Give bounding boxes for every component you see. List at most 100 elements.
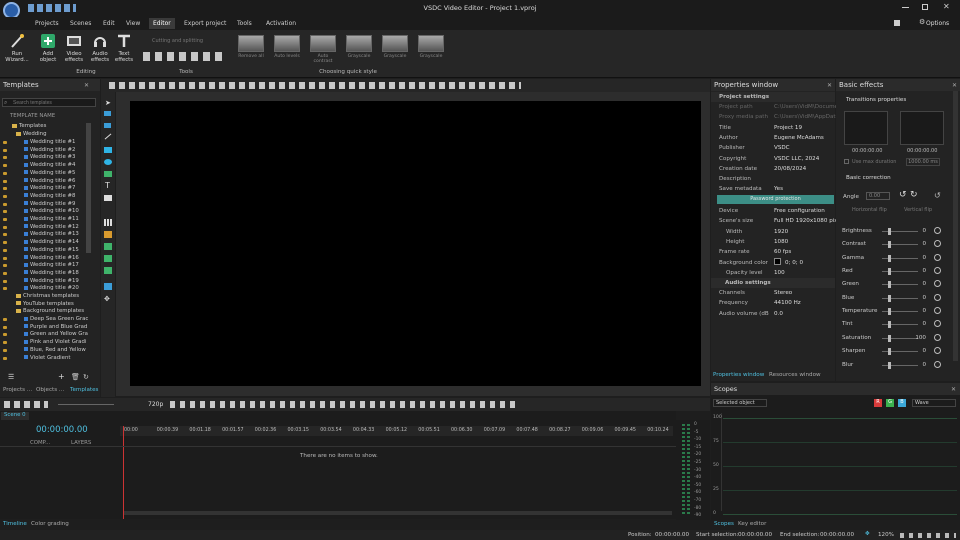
template-item[interactable]: Wedding title #11 (24, 216, 79, 224)
template-item[interactable]: Wedding title #16 (24, 255, 79, 263)
menu-scenes[interactable]: Scenes (66, 18, 95, 29)
zoom-controls[interactable] (900, 533, 956, 538)
pin-icon[interactable]: ✕ (84, 82, 89, 89)
basic-correction-header[interactable]: Basic correction (846, 175, 891, 181)
audio-settings-header[interactable]: Audio settings (711, 278, 835, 289)
template-item[interactable]: Wedding title #18 (24, 270, 79, 278)
menu-activation[interactable]: Activation (262, 18, 300, 29)
reset-angle-icon[interactable]: ↺ (934, 191, 941, 200)
slider-handle[interactable] (888, 308, 891, 316)
quick-style-thumb-2[interactable] (274, 35, 300, 52)
template-item[interactable]: Wedding title #9 (24, 201, 75, 209)
vertical-flip-label[interactable]: Vertical flip (904, 207, 932, 213)
subtitle-icon[interactable] (104, 195, 112, 201)
tab-properties-window[interactable]: Properties window (713, 372, 764, 378)
template-item[interactable]: Wedding title #8 (24, 193, 75, 201)
audio-icon[interactable] (104, 123, 111, 128)
animation-icon[interactable] (104, 231, 112, 238)
chart-icon[interactable] (104, 219, 112, 226)
menu-export-project[interactable]: Export project (180, 18, 230, 29)
slider-gamma[interactable]: Gamma 0 (842, 252, 954, 265)
template-item[interactable]: Wedding title #19 (24, 278, 79, 286)
text-effects-button[interactable]: Text effects (110, 32, 138, 68)
refresh-icon[interactable]: ↻ (83, 373, 89, 381)
property-row[interactable]: Copyright VSDC LLC, 2024 (711, 154, 835, 164)
motion-icon[interactable] (104, 283, 112, 290)
close-icon[interactable]: ✕ (952, 82, 957, 89)
image-icon[interactable] (104, 243, 112, 250)
playback-icons[interactable] (170, 401, 520, 408)
slider-blur[interactable]: Blur 0 (842, 359, 954, 372)
cutting-splitting-label[interactable]: Cutting and splitting (152, 38, 203, 44)
tree-group[interactable]: YouTube templates (16, 301, 74, 309)
template-item[interactable]: Wedding title #14 (24, 239, 79, 247)
slider-handle[interactable] (888, 228, 891, 235)
template-item[interactable]: Blue, Red and Yellow (24, 347, 86, 355)
music-icon[interactable] (104, 255, 112, 262)
menu-view[interactable]: View (122, 18, 144, 29)
scope-source-select[interactable]: Selected object (713, 399, 767, 407)
property-row[interactable]: Publisher VSDC (711, 143, 835, 153)
tab-scopes[interactable]: Scopes (714, 521, 734, 527)
zoom-icon[interactable]: ✥ (865, 531, 870, 537)
tree-group[interactable]: Christmas templates (16, 293, 79, 301)
tab-key-editor[interactable]: Key editor (738, 521, 766, 527)
template-item[interactable]: Wedding title #15 (24, 247, 79, 255)
quick-style-thumb-4[interactable] (346, 35, 372, 52)
run-wizard-button[interactable]: Run Wizard... (3, 32, 31, 68)
transitions-properties-header[interactable]: Transitions properties (846, 97, 906, 103)
templates-search-input[interactable] (2, 98, 96, 107)
slider-handle[interactable] (888, 348, 891, 356)
property-row[interactable]: Proxy media path C:\Users\VidM\AppDat (711, 112, 836, 122)
list-icon[interactable]: ☰ (8, 373, 14, 381)
video-canvas[interactable] (130, 101, 701, 386)
slider-handle[interactable] (888, 268, 891, 276)
property-row[interactable]: Height 1080 (711, 237, 835, 247)
transition-out-preview[interactable] (900, 111, 944, 145)
slider-tint[interactable]: Tint 0 (842, 318, 954, 331)
property-row[interactable]: Project path C:\Users\VidM\Docume (711, 102, 838, 112)
angle-input[interactable]: 0.00 (866, 192, 890, 200)
tab-color-grading[interactable]: Color grading (31, 521, 69, 527)
tree-item-wedding[interactable]: Wedding (16, 131, 47, 139)
slider-handle[interactable] (888, 321, 891, 329)
slider-red[interactable]: Red 0 (842, 265, 954, 278)
template-item[interactable]: Wedding title #4 (24, 162, 75, 170)
quick-style-thumb-6[interactable] (418, 35, 444, 52)
reset-icon[interactable] (934, 333, 941, 341)
rotate-right-icon[interactable]: ↻ (910, 190, 918, 200)
slider-saturation[interactable]: Saturation 100 (842, 332, 954, 345)
slider-handle[interactable] (888, 241, 891, 249)
menu-tools[interactable]: Tools (233, 18, 256, 29)
layout-icon[interactable] (894, 20, 900, 26)
playback-icons-left[interactable] (4, 401, 48, 408)
template-item[interactable]: Deep Sea Green Grac (24, 316, 88, 324)
timeline-h-scrollbar[interactable] (124, 511, 672, 515)
duration-input[interactable]: 1000.00 ms (906, 158, 940, 166)
ellipse-icon[interactable] (104, 159, 112, 165)
sprite-icon[interactable] (104, 267, 112, 274)
property-row[interactable]: Channels Stereo (711, 288, 835, 298)
cursor-icon[interactable]: ➤ (105, 99, 111, 107)
template-item[interactable]: Wedding title #12 (24, 224, 79, 232)
template-item[interactable]: Purple and Blue Grad (24, 324, 87, 332)
property-row[interactable]: Frequency 44100 Hz (711, 298, 835, 308)
template-item[interactable]: Wedding title #1 (24, 139, 75, 147)
video-icon[interactable] (104, 111, 111, 116)
template-item[interactable]: Pink and Violet Gradi (24, 339, 86, 347)
line-icon[interactable] (104, 133, 112, 140)
gear-icon[interactable]: ⚙ (919, 18, 925, 26)
tab-timeline[interactable]: Timeline (3, 521, 27, 527)
close-button[interactable]: ✕ (943, 2, 950, 11)
reset-icon[interactable] (934, 267, 941, 275)
template-item[interactable]: Violet Gradient (24, 355, 70, 363)
template-item[interactable]: Wedding title #17 (24, 262, 79, 270)
property-row[interactable]: Scene's size Full HD 1920x1080 pix (711, 216, 838, 226)
tab-projects[interactable]: Projects ... (3, 387, 32, 393)
property-row[interactable]: Author Eugene McAdams (711, 133, 835, 143)
reset-icon[interactable] (934, 240, 941, 248)
add-icon[interactable]: + (58, 372, 65, 381)
tree-item-templates[interactable]: Templates (12, 123, 46, 131)
reset-icon[interactable] (934, 253, 941, 261)
property-row[interactable]: Width 1920 (711, 227, 835, 237)
